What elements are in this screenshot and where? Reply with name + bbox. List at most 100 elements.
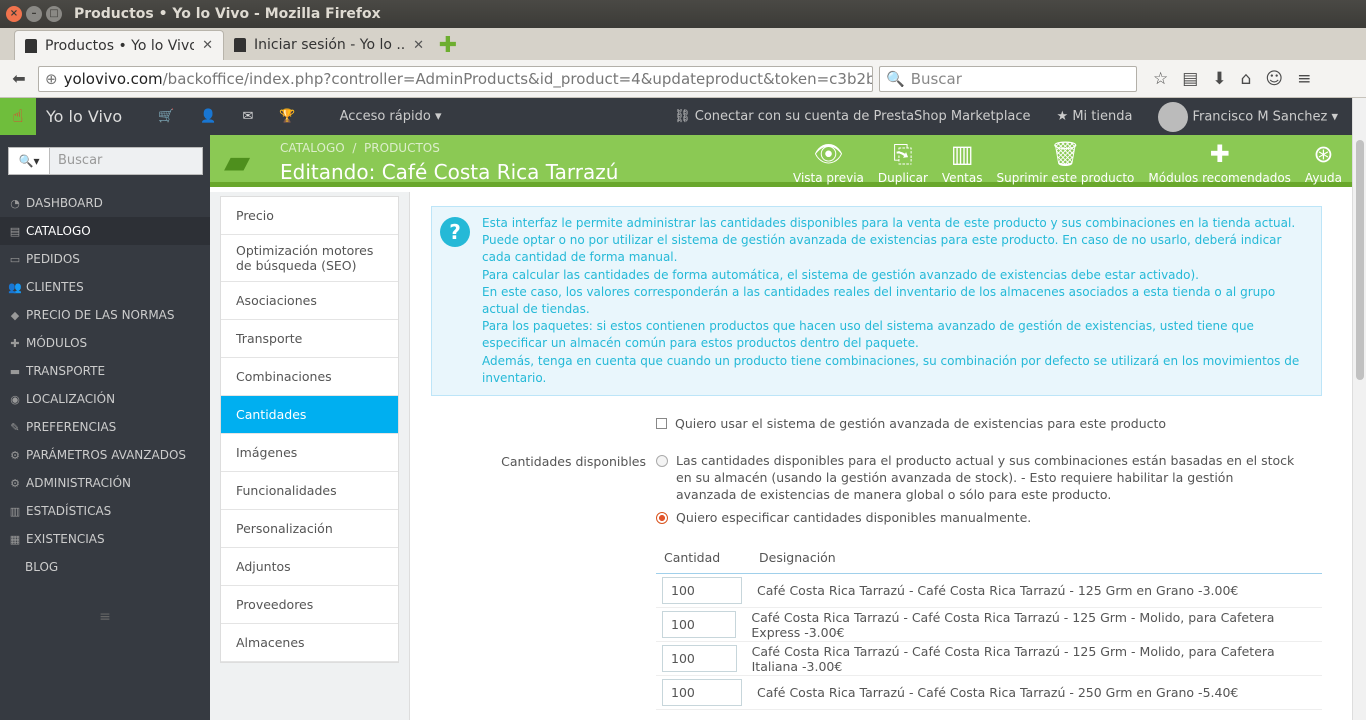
lifebuoy-icon: ⊛ [1313, 140, 1334, 168]
shop-name[interactable]: Yo lo Vivo [46, 107, 122, 126]
sidebar-item-blog[interactable]: BLOG [0, 553, 210, 581]
close-icon[interactable]: ✕ [413, 38, 424, 53]
window-title: Productos • Yo lo Vivo - Mozilla Firefox [74, 6, 381, 22]
browser-tab-productos[interactable]: Productos • Yo lo Vivo ✕ [14, 30, 224, 60]
table-row: 100 Café Costa Rica Tarrazú - Café Costa… [656, 574, 1322, 608]
sidebar-item-preferencias[interactable]: ✎ PREFERENCIAS [0, 413, 210, 441]
table-header: Cantidad Designación [656, 546, 1322, 574]
menu-icon[interactable]: ≡ [1297, 69, 1311, 89]
scrollbar-thumb[interactable] [1356, 140, 1364, 380]
designation-text: Café Costa Rica Tarrazú - Café Costa Ric… [751, 643, 1275, 674]
bar-chart-icon: ▥ [950, 140, 974, 168]
duplicate-button[interactable]: ⎘ Duplicar [878, 139, 928, 185]
home-icon[interactable]: ⌂ [1241, 69, 1252, 89]
tab-proveedores[interactable]: Proveedores [221, 586, 398, 624]
question-icon: ? [440, 217, 470, 247]
breadcrumb-catalogo[interactable]: CATALOGO [280, 141, 345, 155]
breadcrumb-productos[interactable]: PRODUCTOS [364, 141, 440, 155]
sidebar-item-existencias[interactable]: ▦ EXISTENCIAS [0, 525, 210, 553]
tab-transporte[interactable]: Transporte [221, 320, 398, 358]
window-close-button[interactable]: × [6, 6, 22, 22]
tab-imagenes[interactable]: Imágenes [221, 434, 398, 472]
tab-adjuntos[interactable]: Adjuntos [221, 548, 398, 586]
quantity-input[interactable]: 100 [662, 645, 737, 672]
tab-funcionalidades[interactable]: Funcionalidades [221, 472, 398, 510]
tab-combinaciones[interactable]: Combinaciones [221, 358, 398, 396]
users-icon: 👥 [8, 280, 22, 294]
quantity-input[interactable]: 100 [662, 611, 737, 638]
tab-seo[interactable]: Optimización motores de búsqueda (SEO) [221, 235, 398, 282]
sidebar-item-parametros[interactable]: ⚙ PARÁMETROS AVANZADOS [0, 441, 210, 469]
back-button[interactable]: ⬅ [6, 66, 32, 92]
page-title: Editando: Café Costa Rica Tarrazú [280, 160, 619, 184]
browser-search-input[interactable]: 🔍 Buscar [879, 65, 1137, 92]
info-line: Para calcular las cantidades de forma au… [482, 267, 1199, 282]
preview-button[interactable]: 👁 Vista previa [793, 139, 864, 185]
page-scrollbar[interactable] [1352, 98, 1366, 720]
window-maximize-button[interactable]: □ [46, 6, 62, 22]
ps-logo[interactable]: ☝ [0, 98, 36, 135]
sidebar-item-administracion[interactable]: ⚙ ADMINISTRACIÓN [0, 469, 210, 497]
sidebar-item-pedidos[interactable]: ▭ PEDIDOS [0, 245, 210, 273]
search-icon: 🔍 [886, 69, 905, 88]
sidebar-item-estadisticas[interactable]: ▥ ESTADÍSTICAS [0, 497, 210, 525]
delete-product-button[interactable]: 🗑 Suprimir este producto [996, 139, 1134, 185]
sidebar-item-localizacion[interactable]: ◉ LOCALIZACIÓN [0, 385, 210, 413]
bookmark-star-icon[interactable]: ☆ [1153, 69, 1168, 89]
dashboard-icon: ◔ [10, 196, 20, 210]
marketplace-connect-link[interactable]: ⛓ Conectar con su cuenta de PrestaShop M… [674, 109, 1030, 124]
sidebar-search-input[interactable]: Buscar [50, 147, 203, 175]
download-icon[interactable]: ⬇ [1212, 69, 1226, 89]
my-shop-link[interactable]: ★ Mi tienda [1057, 109, 1133, 124]
mail-icon[interactable]: ✉ [243, 109, 254, 124]
table-row: 100 Café Costa Rica Tarrazú - Café Costa… [656, 608, 1322, 642]
radio-manual-option: Quiero especificar cantidades disponible… [656, 509, 1031, 526]
collapse-menu-icon[interactable]: ≡ [0, 609, 210, 625]
customer-icon[interactable]: 👤 [200, 109, 216, 124]
sidebar-item-transporte[interactable]: ▬ TRANSPORTE [0, 357, 210, 385]
advanced-stock-checkbox[interactable] [656, 418, 667, 429]
chat-icon[interactable]: ☺ [1265, 69, 1283, 89]
quick-access-dropdown[interactable]: Acceso rápido ▾ [340, 109, 442, 124]
recommended-modules-button[interactable]: ✚ Módulos recomendados [1148, 139, 1291, 185]
tab-personalizacion[interactable]: Personalización [221, 510, 398, 548]
tab-almacenes[interactable]: Almacenes [221, 624, 398, 662]
url-bar[interactable]: ⊕ yolovivo.com/backoffice/index.php?cont… [38, 65, 873, 92]
window-minimize-button[interactable]: – [26, 6, 42, 22]
sidebar-item-dashboard[interactable]: ◔ DASHBOARD [0, 189, 210, 217]
cart-icon[interactable]: 🛒 [158, 109, 174, 124]
bar-chart-icon: ▥ [9, 504, 21, 518]
info-alert: ? Esta interfaz le permite administrar l… [431, 206, 1322, 397]
quantity-input[interactable]: 100 [662, 577, 742, 604]
radio-manual[interactable] [656, 512, 668, 524]
new-tab-button[interactable]: ✚ [434, 30, 462, 60]
radio-stock-based[interactable] [656, 455, 668, 467]
admin-sidebar: 🔍▾ Buscar ◔ DASHBOARD ▤ CATALOGO ▭ PEDIDOS … [0, 135, 210, 720]
tab-asociaciones[interactable]: Asociaciones [221, 282, 398, 320]
sidebar-item-precio-normas[interactable]: ◆ PRECIO DE LAS NORMAS [0, 301, 210, 329]
search-icon: 🔍▾ [18, 154, 40, 168]
tab-precio[interactable]: Precio [221, 197, 398, 235]
search-type-dropdown[interactable]: 🔍▾ [8, 147, 50, 175]
sales-button[interactable]: ▥ Ventas [942, 139, 983, 185]
breadcrumb: CATALOGO / PRODUCTOS [280, 141, 440, 155]
sidebar-item-modulos[interactable]: ✚ MÓDULOS [0, 329, 210, 357]
trophy-icon[interactable]: 🏆 [279, 109, 295, 124]
designation-text: Café Costa Rica Tarrazú - Café Costa Ric… [757, 583, 1239, 598]
gear-icon: ⚙ [10, 476, 20, 490]
user-menu[interactable]: Francisco M Sanchez ▾ [1158, 101, 1338, 132]
sidebar-item-clientes[interactable]: 👥 CLIENTES [0, 273, 210, 301]
quantity-input[interactable]: 100 [662, 679, 742, 706]
reading-list-icon[interactable]: ▤ [1182, 69, 1198, 89]
browser-tab-login[interactable]: Iniciar sesión - Yo lo ... ✕ [224, 30, 434, 60]
help-button[interactable]: ⊛ Ayuda [1305, 139, 1342, 185]
close-icon[interactable]: ✕ [202, 38, 213, 53]
eye-icon: 👁 [813, 140, 844, 168]
url-path: /backoffice/index.php?controller=AdminPr… [162, 69, 873, 88]
info-line: Para los paquetes: si estos contienen pr… [482, 319, 1254, 351]
favicon-icon [25, 38, 37, 53]
info-line: Puede optar o no por utilizar el sistema… [482, 233, 1282, 265]
tab-label: Iniciar sesión - Yo lo ... [254, 37, 406, 53]
tab-cantidades[interactable]: Cantidades [221, 396, 398, 434]
sidebar-item-catalogo[interactable]: ▤ CATALOGO [0, 217, 210, 245]
